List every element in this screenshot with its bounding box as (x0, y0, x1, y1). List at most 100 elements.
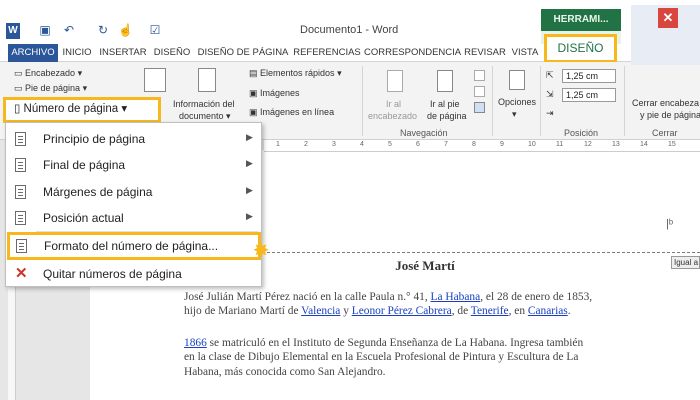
touch-mode-icon[interactable]: ☝ (118, 23, 133, 39)
menu-item-margenes[interactable]: Márgenes de página ▶ (6, 179, 261, 205)
link-la-habana[interactable]: La Habana (431, 291, 481, 303)
tab-referencias[interactable]: REFERENCIAS (292, 44, 362, 62)
date-time-icon[interactable] (144, 68, 166, 92)
submenu-arrow-icon: ▶ (246, 132, 253, 142)
page-margins-icon (15, 185, 26, 199)
quick-parts-icon: ▤ (249, 68, 261, 78)
info-documento-label-1: Información del (173, 99, 235, 109)
document-heading: José Martí (395, 258, 455, 273)
encabezado-button[interactable]: ▭ Encabezado ▾ (14, 68, 82, 79)
menu-item-quitar[interactable]: ✕ Quitar números de página (6, 261, 261, 287)
footer-boundary (262, 252, 700, 253)
ruler-tick-label: 7 (444, 141, 448, 148)
online-picture-icon: ▣ (249, 107, 261, 117)
ruler-tick-label: 1 (276, 141, 280, 148)
page-number-icon: ▯ (14, 103, 24, 115)
menu-item-formato[interactable]: Formato del número de página... (7, 232, 261, 260)
info-documento-button[interactable]: documento ▾ (179, 111, 231, 122)
picture-icon: ▣ (249, 88, 261, 98)
word-logo-icon: W (6, 23, 20, 39)
cursor-click-icon: ✸ (252, 240, 270, 262)
posicion-group-label: Posición (564, 128, 599, 138)
cerrar-label-1: Cerrar encabeza (632, 98, 700, 108)
menu-item-principio[interactable]: Principio de página ▶ (6, 126, 261, 152)
paragraph-2: 1866 se matriculó en el Instituto de Seg… (184, 337, 584, 378)
options-icon[interactable] (509, 70, 525, 90)
ribbon-tabs: ARCHIVO INICIO INSERTAR DISEÑO DISEÑO DE… (0, 34, 700, 63)
tab-insertar[interactable]: INSERTAR (98, 44, 148, 62)
link-tenerife[interactable]: Tenerife (471, 305, 509, 317)
ribbon-separator (492, 66, 493, 136)
link-canarias[interactable]: Canarias (528, 305, 568, 317)
opciones-button[interactable]: Opciones (498, 97, 536, 107)
tab-diseno-de-pagina[interactable]: DISEÑO DE PÁGINA (196, 44, 290, 62)
close-icon: ✕ (658, 8, 678, 28)
ruler-tick-label: 5 (388, 141, 392, 148)
page-bottom-icon (15, 158, 26, 172)
ir-encabezado-label-2: encabezado (368, 111, 418, 121)
pie-de-pagina-button[interactable]: ▭ Pie de página ▾ (14, 83, 87, 94)
ruler-tick-label: 13 (612, 141, 620, 148)
redo-icon[interactable]: ↻ (96, 23, 110, 39)
menu-item-final[interactable]: Final de página ▶ (6, 152, 261, 178)
horizontal-ruler: 1 2 3 4 5 6 7 8 9 10 11 12 13 14 15 (264, 140, 700, 152)
tab-diseno-contextual[interactable]: DISEÑO (544, 34, 617, 63)
link-leonor-perez-cabrera[interactable]: Leonor Pérez Cabrera (352, 305, 452, 317)
ruler-tick-label: 2 (304, 141, 308, 148)
paragraph-1: José Julián Martí Pérez nació en la call… (184, 291, 593, 318)
footer-position-icon: ⇲ (546, 89, 554, 99)
current-position-icon (15, 211, 26, 225)
next-icon[interactable] (474, 86, 485, 97)
ruler-tick-label: 9 (500, 141, 504, 148)
footer-position-input[interactable]: 1,25 cm (562, 88, 616, 102)
save-icon[interactable]: ▣ (38, 23, 52, 39)
ribbon-separator (362, 66, 363, 136)
ir-pie-label-2: de página (427, 111, 467, 121)
undo-icon[interactable]: ↶ (62, 23, 76, 39)
navegacion-group-label: Navegación (400, 128, 448, 138)
submenu-arrow-icon: ▶ (246, 185, 253, 195)
ruler-tick-label: 4 (360, 141, 364, 148)
link-valencia[interactable]: Valencia (301, 305, 340, 317)
numero-de-pagina-button[interactable]: ▯ Número de página ▾ (3, 97, 161, 123)
ruler-tick-label: 14 (640, 141, 648, 148)
ruler-tick-label: 10 (528, 141, 536, 148)
ir-pie-label-1: Ir al pie (430, 99, 460, 109)
ruler-tick-label: 8 (472, 141, 476, 148)
opciones-chevron-icon: ▾ (512, 109, 517, 119)
cerrar-group-label: Cerrar (652, 128, 678, 138)
tab-inicio[interactable]: INICIO (60, 44, 94, 62)
elementos-rapidos-button[interactable]: ▤ Elementos rápidos ▾ (249, 68, 342, 79)
link-to-previous-icon[interactable] (474, 102, 485, 113)
menu-item-posicion-actual[interactable]: Posición actual ▶ (6, 205, 261, 231)
ruler-tick-label: 11 (556, 141, 564, 148)
header-position-input[interactable]: 1,25 cm (562, 69, 616, 83)
go-to-footer-icon[interactable] (437, 70, 453, 92)
remove-icon: ✕ (15, 265, 28, 282)
document-info-icon[interactable] (198, 68, 216, 92)
ruler-tick-label: 12 (584, 141, 592, 148)
imagenes-en-linea-button[interactable]: ▣ Imágenes en línea (249, 107, 334, 118)
tab-vista[interactable]: VISTA (510, 44, 540, 62)
contextual-tools-header: HERRAMI... (541, 9, 621, 31)
alignment-tab-icon[interactable]: ⇥ (546, 108, 554, 119)
tab-diseno[interactable]: DISEÑO (152, 44, 192, 62)
link-1866[interactable]: 1866 (184, 337, 207, 349)
ruler-tick-label: 15 (668, 141, 676, 148)
tab-revisar[interactable]: REVISAR (462, 44, 508, 62)
imagenes-button[interactable]: ▣ Imágenes (249, 88, 300, 99)
header-position-icon: ⇱ (546, 70, 554, 80)
ir-encabezado-label-1: Ir al (386, 99, 402, 109)
page-number-field-icon: |ᵇ (666, 218, 674, 230)
header-icon: ▭ (14, 68, 26, 78)
previous-icon[interactable] (474, 70, 485, 81)
format-page-number-icon (16, 239, 27, 253)
tab-archivo[interactable]: ARCHIVO (8, 44, 58, 62)
tab-correspondencia[interactable]: CORRESPONDENCIA (364, 44, 461, 62)
page-top-icon (15, 132, 26, 146)
go-to-header-icon[interactable] (387, 70, 403, 92)
submenu-arrow-icon: ▶ (246, 211, 253, 221)
submenu-arrow-icon: ▶ (246, 158, 253, 168)
customize-qat-icon[interactable]: ☑ (148, 23, 162, 39)
same-as-previous-tag: Igual a (671, 256, 700, 269)
